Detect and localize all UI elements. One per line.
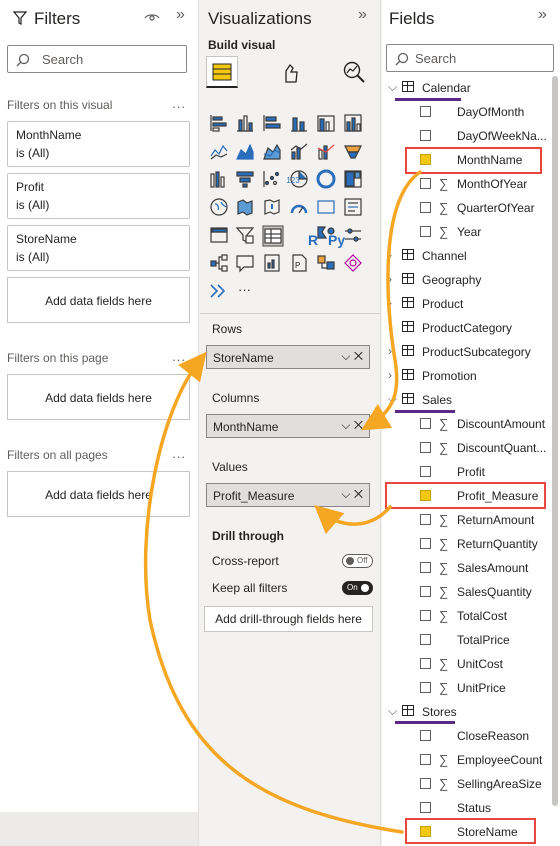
arrow-storename-to-rows [143,351,404,834]
arrow-profit-to-values [314,505,392,535]
arrow-monthname-to-columns [360,170,422,431]
annotation-arrows [143,170,422,834]
